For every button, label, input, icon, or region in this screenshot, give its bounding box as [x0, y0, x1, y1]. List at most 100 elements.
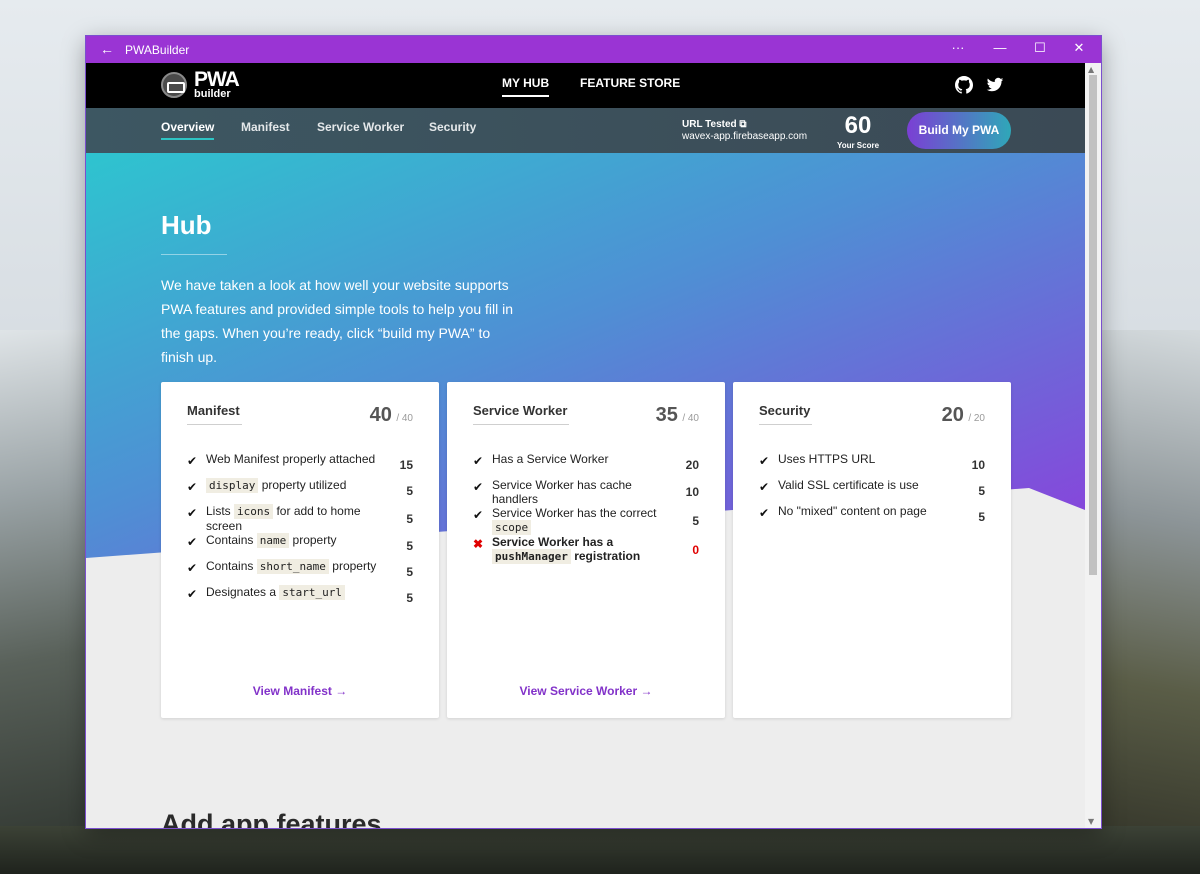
tab-security[interactable]: Security — [429, 120, 476, 134]
checklist-item: ✔ Contains name property 5 — [187, 533, 413, 559]
text-segment: registration — [570, 549, 641, 563]
tab-service-worker[interactable]: Service Worker — [317, 120, 404, 134]
scroll-down-arrow-icon[interactable]: ▼ — [1088, 817, 1094, 826]
url-tested-text: URL Tested — [682, 119, 737, 130]
code-token: icons — [234, 504, 274, 519]
text-segment: No "mixed" content on page — [778, 504, 927, 518]
window-title: PWABuilder — [125, 43, 190, 57]
checklist-item-points: 5 — [406, 591, 413, 605]
text-segment: Designates a — [206, 585, 280, 599]
view-manifest-link[interactable]: View Manifest → — [161, 684, 439, 698]
main-content: Hub We have taken a look at how well you… — [86, 153, 1085, 828]
checkmark-icon: ✔ — [473, 508, 484, 522]
card-score-max: / 40 — [396, 413, 413, 424]
checklist-item-points: 20 — [685, 458, 699, 472]
text-segment: Web Manifest properly attached — [206, 452, 376, 466]
scroll-up-arrow-icon[interactable]: ▲ — [1088, 65, 1094, 74]
text-segment: property — [289, 533, 337, 547]
checkmark-icon: ✔ — [759, 454, 770, 468]
checklist-item: ✔ Service Worker has the correct scope 5 — [473, 506, 699, 535]
vertical-scrollbar[interactable]: ▲ ▼ — [1085, 63, 1101, 828]
back-arrow-icon[interactable]: ← — [100, 41, 114, 57]
checkmark-icon: ✔ — [473, 480, 484, 494]
checklist-item-text: Lists icons for add to home screen — [206, 504, 391, 533]
checklist-item-text: Service Worker has a pushManager registr… — [492, 535, 677, 564]
checklist-item: ✔ Valid SSL certificate is use 5 — [759, 478, 985, 504]
view-service-worker-link[interactable]: View Service Worker → — [447, 684, 725, 698]
text-segment: Uses HTTPS URL — [778, 452, 876, 466]
add-app-features-heading: Add app features — [161, 809, 382, 828]
checklist-item-text: No "mixed" content on page — [778, 504, 963, 518]
checklist-item-points: 5 — [978, 484, 985, 498]
text-segment: Has a Service Worker — [492, 452, 609, 466]
card-title: Service Worker — [473, 403, 570, 425]
scrollbar-thumb[interactable] — [1089, 75, 1097, 575]
checklist-item-text: Web Manifest properly attached — [206, 452, 391, 466]
code-token: name — [256, 533, 290, 548]
checklist-item-points: 5 — [978, 510, 985, 524]
nav-my-hub[interactable]: MY HUB — [502, 76, 550, 97]
hub-subnavigation: Overview Manifest Service Worker Securit… — [86, 108, 1085, 153]
desktop-background-right — [1096, 330, 1200, 874]
text-segment: property utilized — [258, 478, 347, 492]
checklist-item-points: 5 — [406, 565, 413, 579]
card-score: 20 / 20 — [942, 404, 985, 427]
card-score: 40 / 40 — [370, 404, 413, 427]
logo-subtext: builder — [194, 88, 231, 100]
checkmark-icon: ✔ — [187, 480, 198, 494]
tab-manifest[interactable]: Manifest — [241, 120, 290, 134]
card-score: 35 / 40 — [656, 404, 699, 427]
text-segment: Lists — [206, 504, 235, 518]
checklist-item: ✔ Uses HTTPS URL 10 — [759, 452, 985, 478]
checklist-item: ✔ No "mixed" content on page 5 — [759, 504, 985, 530]
checklist-item: ✔ Web Manifest properly attached 15 — [187, 452, 413, 478]
card-score-max: / 20 — [968, 413, 985, 424]
more-options-icon[interactable]: ··· — [950, 40, 966, 55]
pwabuilder-logo[interactable]: PWA builder — [161, 68, 241, 102]
code-token: scope — [492, 520, 532, 535]
twitter-icon[interactable] — [986, 76, 1004, 94]
manifest-card: Manifest 40 / 40 ✔ Web Manifest properly … — [161, 382, 439, 718]
overall-score: 60 — [844, 112, 872, 139]
card-score-value: 20 — [941, 404, 964, 426]
checkmark-icon: ✔ — [187, 535, 198, 549]
url-tested-value[interactable]: wavex-app.firebaseapp.com — [682, 131, 807, 142]
code-token: pushManager — [492, 549, 571, 564]
minimize-icon[interactable]: — — [992, 40, 1008, 55]
hub-description: We have taken a look at how well your we… — [161, 277, 514, 365]
card-title: Manifest — [187, 403, 242, 425]
card-title: Security — [759, 403, 813, 425]
checklist-item: ✔ display property utilized 5 — [187, 478, 413, 504]
checkmark-icon: ✔ — [187, 561, 198, 575]
checkmark-icon: ✔ — [473, 454, 484, 468]
tab-overview[interactable]: Overview — [161, 120, 215, 140]
code-token: start_url — [279, 585, 345, 600]
nav-feature-store[interactable]: FEATURE STORE — [580, 76, 680, 90]
text-segment: Service Worker has the correct — [492, 506, 657, 520]
hub-title-divider — [161, 254, 227, 255]
maximize-icon[interactable]: ☐ — [1032, 40, 1048, 56]
external-link-icon[interactable]: ⧉ — [739, 119, 746, 130]
checklist-item-text: display property utilized — [206, 478, 391, 493]
checklist-item-points: 0 — [692, 542, 699, 557]
top-navigation: PWA builder MY HUB FEATURE STORE — [86, 63, 1085, 108]
checklist-item-text: Designates a start_url — [206, 585, 391, 600]
checklist-item-points: 15 — [399, 458, 413, 472]
checkmark-icon: ✔ — [187, 454, 198, 468]
checklist-item-text: Service Worker has the correct scope — [492, 506, 677, 535]
card-score-max: / 40 — [682, 413, 699, 424]
card-checklist: ✔ Uses HTTPS URL 10 ✔ Valid SSL certificate … — [759, 452, 985, 530]
checkmark-icon: ✔ — [187, 587, 198, 601]
checklist-item-text: Has a Service Worker — [492, 452, 677, 466]
build-my-pwa-button[interactable]: Build My PWA — [907, 112, 1011, 149]
github-icon[interactable] — [955, 76, 974, 94]
checklist-item-points: 5 — [692, 513, 699, 528]
logo-mark-icon — [161, 72, 187, 98]
card-checklist: ✔ Web Manifest properly attached 15 ✔ displa… — [187, 452, 413, 611]
checklist-item-points: 5 — [406, 511, 413, 526]
checklist-item-text: Service Worker has cache handlers — [492, 478, 677, 506]
checklist-item: ✔ Has a Service Worker 20 — [473, 452, 699, 478]
checklist-item: ✔ Lists icons for add to home screen 5 — [187, 504, 413, 533]
url-tested-label: URL Tested ⧉ — [682, 119, 747, 130]
close-icon[interactable]: ✕ — [1071, 40, 1087, 56]
